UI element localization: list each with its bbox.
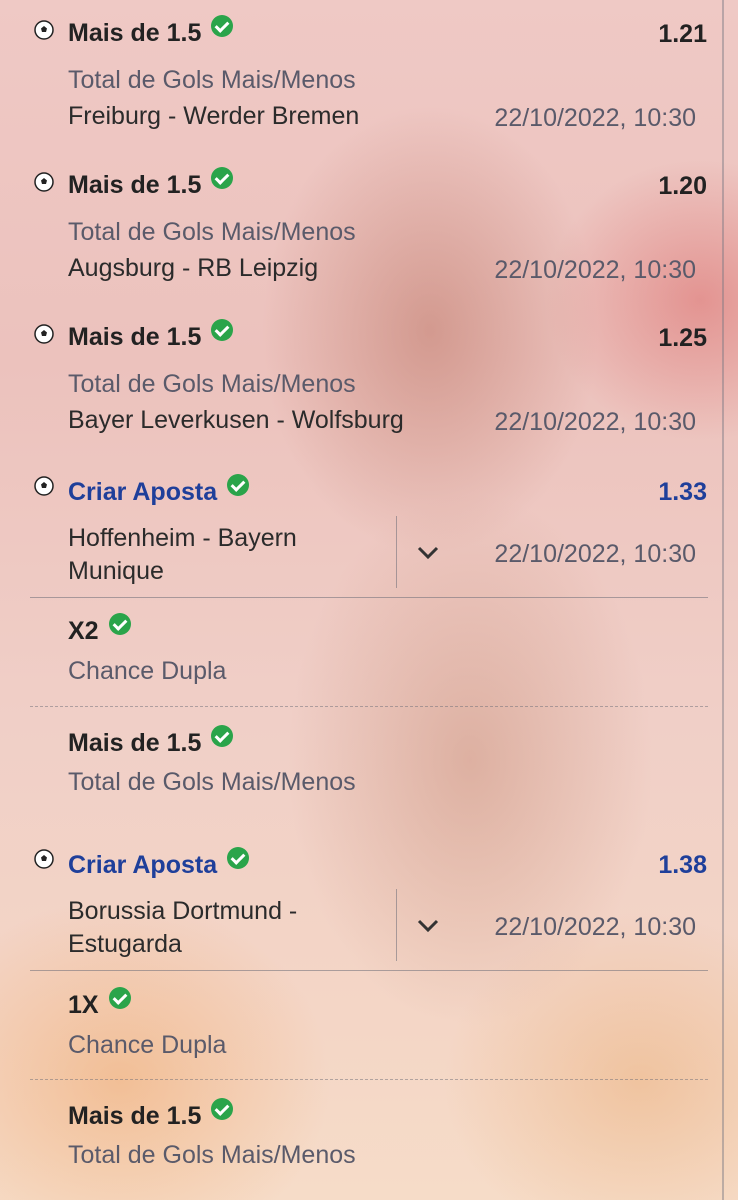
bet-odds: 1.33	[658, 478, 707, 506]
soccer-ball-icon	[34, 476, 54, 496]
match-line: Munique	[68, 557, 164, 585]
divider	[30, 970, 708, 971]
bet-odds: 1.20	[658, 172, 707, 200]
leg-type: Chance Dupla	[68, 657, 227, 685]
check-circle-icon	[211, 725, 234, 747]
check-circle-icon	[227, 847, 250, 869]
bet-odds: 1.25	[658, 324, 707, 352]
bet-builder-title: Criar Aposta	[68, 474, 250, 507]
soccer-ball-icon	[34, 849, 54, 869]
leg-type: Total de Gols Mais/Menos	[68, 1141, 356, 1169]
bet-type: Total de Gols Mais/Menos	[68, 218, 356, 246]
chevron-down-icon[interactable]	[416, 916, 440, 936]
check-circle-icon	[108, 987, 131, 1009]
bet-market: Mais de 1.5	[68, 319, 234, 352]
chevron-down-icon[interactable]	[416, 543, 440, 563]
soccer-ball-icon	[34, 172, 54, 192]
check-circle-icon	[211, 167, 234, 189]
bet-date: 22/10/2022, 10:30	[494, 540, 696, 568]
match-line: Hoffenheim - Bayern	[68, 524, 297, 552]
divider	[30, 1079, 708, 1080]
leg-market: Mais de 1.5	[68, 1098, 234, 1131]
check-circle-icon	[227, 474, 250, 496]
card-border	[722, 0, 724, 1200]
bet-match: Borussia Dortmund - Estugarda	[68, 895, 297, 961]
check-circle-icon	[211, 319, 234, 341]
bet-type: Total de Gols Mais/Menos	[68, 370, 356, 398]
bet-market: Mais de 1.5	[68, 167, 234, 200]
soccer-ball-icon	[34, 20, 54, 40]
leg-market: 1X	[68, 987, 131, 1020]
bet-date: 22/10/2022, 10:30	[494, 104, 696, 132]
bet-type: Total de Gols Mais/Menos	[68, 66, 356, 94]
match-line: Borussia Dortmund -	[68, 897, 298, 925]
check-circle-icon	[211, 15, 234, 37]
bet-match: Bayer Leverkusen - Wolfsburg	[68, 406, 404, 434]
bet-date: 22/10/2022, 10:30	[494, 913, 696, 941]
check-circle-icon	[108, 613, 131, 635]
divider	[30, 706, 708, 707]
divider	[396, 889, 397, 961]
bet-odds: 1.21	[658, 20, 707, 48]
bet-odds: 1.38	[658, 851, 707, 879]
divider	[396, 516, 397, 588]
bet-match: Hoffenheim - Bayern Munique	[68, 522, 297, 588]
check-circle-icon	[211, 1098, 234, 1120]
bet-match: Augsburg - RB Leipzig	[68, 254, 319, 282]
bet-date: 22/10/2022, 10:30	[494, 408, 696, 436]
divider	[30, 597, 708, 598]
leg-type: Chance Dupla	[68, 1031, 227, 1059]
match-line: Estugarda	[68, 930, 182, 958]
bet-builder-title: Criar Aposta	[68, 847, 250, 880]
bet-match: Freiburg - Werder Bremen	[68, 102, 360, 130]
leg-market: Mais de 1.5	[68, 725, 234, 758]
bet-market: Mais de 1.5	[68, 15, 234, 48]
leg-type: Total de Gols Mais/Menos	[68, 768, 356, 796]
bet-date: 22/10/2022, 10:30	[494, 256, 696, 284]
soccer-ball-icon	[34, 324, 54, 344]
leg-market: X2	[68, 613, 131, 646]
